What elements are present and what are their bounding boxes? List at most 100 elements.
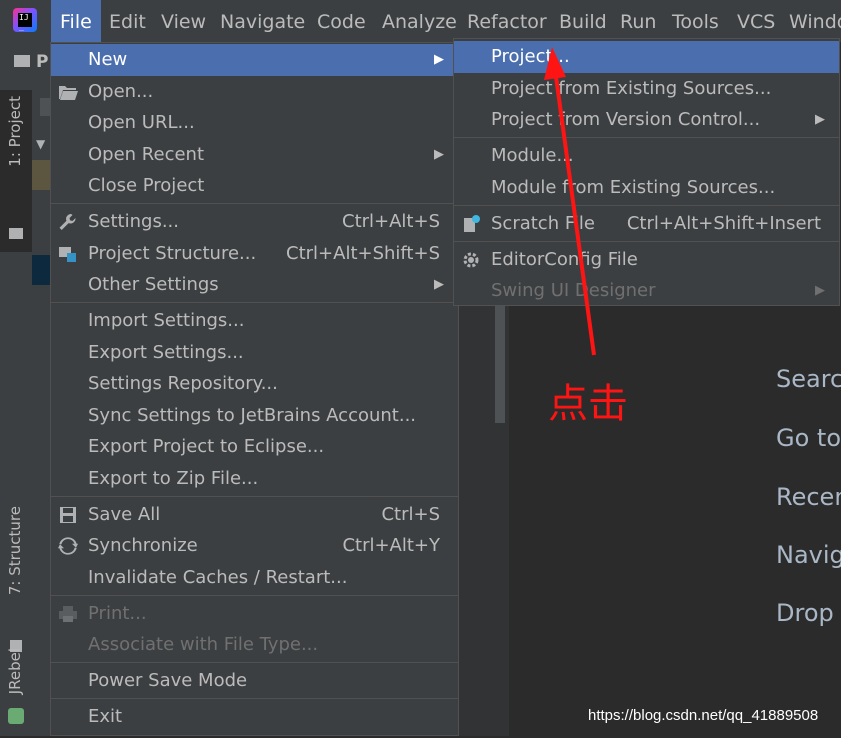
file-menu-export-settings[interactable]: Export Settings...: [51, 337, 458, 369]
new-submenu: Project... Project from Existing Sources…: [453, 38, 840, 306]
jrebel-tab-label: JRebel: [6, 648, 24, 695]
project-folder-icon: [14, 55, 30, 67]
menu-separator: [51, 496, 458, 497]
menu-vcs[interactable]: VCS: [737, 10, 775, 34]
submenu-arrow-icon: ▶: [815, 283, 825, 298]
structure-tool-tab[interactable]: 7: Structure: [0, 504, 32, 664]
file-menu-import-settings[interactable]: Import Settings...: [51, 305, 458, 337]
file-menu-exit[interactable]: Exit: [51, 701, 458, 733]
file-menu-other-settings[interactable]: Other Settings ▶: [51, 269, 458, 301]
menu-separator: [454, 137, 839, 138]
open-folder-icon: [59, 86, 78, 100]
file-menu-project-structure[interactable]: Project Structure... Ctrl+Alt+Shift+S: [51, 238, 458, 270]
file-menu-open-recent-label: Open Recent: [88, 144, 205, 165]
annotation-click-label: 点击: [548, 381, 628, 427]
menu-run[interactable]: Run: [620, 10, 656, 34]
menu-bar: IJ _ File Edit View Navigate Code Analyze…: [0, 0, 841, 42]
menu-separator: [51, 662, 458, 663]
new-menu-module-label: Module...: [491, 145, 574, 166]
file-menu-settings-repository-label: Settings Repository...: [88, 373, 278, 394]
menu-file[interactable]: File: [51, 0, 101, 42]
file-menu-save-all[interactable]: Save All Ctrl+S: [51, 499, 458, 531]
file-menu-save-all-label: Save All: [88, 504, 161, 525]
menu-edit[interactable]: Edit: [109, 10, 146, 34]
menu-view[interactable]: View: [161, 10, 206, 34]
new-menu-editorconfig-file[interactable]: EditorConfig File: [454, 244, 839, 276]
scrollbar-thumb[interactable]: [495, 305, 505, 423]
file-menu-project-structure-label: Project Structure...: [88, 243, 257, 264]
file-menu-open-recent[interactable]: Open Recent ▶: [51, 139, 458, 171]
new-menu-module[interactable]: Module...: [454, 140, 839, 172]
file-menu-associate-file-type: Associate with File Type...: [51, 629, 458, 661]
file-menu-print-label: Print...: [88, 603, 147, 624]
submenu-arrow-icon: ▶: [434, 52, 444, 67]
jrebel-tool-tab[interactable]: JRebel: [0, 648, 32, 738]
file-menu-import-settings-label: Import Settings...: [88, 310, 245, 331]
welcome-recent-files: Recen: [776, 483, 841, 511]
jrebel-icon: [8, 708, 24, 724]
menu-navigate[interactable]: Navigate: [220, 10, 305, 34]
welcome-navigation-bar: Navig: [776, 541, 841, 569]
new-menu-project[interactable]: Project...: [454, 41, 839, 73]
new-menu-module-existing-sources-label: Module from Existing Sources...: [491, 177, 776, 198]
file-menu-other-settings-label: Other Settings: [88, 274, 219, 295]
new-menu-module-existing-sources[interactable]: Module from Existing Sources...: [454, 172, 839, 204]
file-menu-export-eclipse-label: Export Project to Eclipse...: [88, 436, 325, 457]
menu-refactor[interactable]: Refactor: [467, 10, 547, 34]
file-menu-open-url[interactable]: Open URL...: [51, 107, 458, 139]
menu-separator: [454, 241, 839, 242]
file-menu-close-project[interactable]: Close Project: [51, 170, 458, 202]
file-menu-sync-settings[interactable]: Sync Settings to JetBrains Account...: [51, 400, 458, 432]
file-menu-close-project-label: Close Project: [88, 175, 205, 196]
menu-separator: [51, 595, 458, 596]
file-menu-project-structure-shortcut: Ctrl+Alt+Shift+S: [286, 243, 440, 264]
scratch-file-icon: [464, 215, 480, 232]
printer-icon: [59, 606, 77, 622]
save-icon: [60, 507, 76, 523]
watermark-url: https://blog.csdn.net/qq_41889508: [588, 707, 819, 724]
breadcrumb-fragment: P: [36, 52, 49, 72]
intellij-logo-icon[interactable]: IJ _: [13, 8, 37, 32]
file-menu-new-label: New: [88, 49, 128, 70]
tree-row-highlight: [32, 160, 52, 190]
submenu-arrow-icon: ▶: [434, 147, 444, 162]
new-menu-project-existing-sources-label: Project from Existing Sources...: [491, 78, 772, 99]
menu-separator: [51, 698, 458, 699]
left-tool-stripe: 1: Project 7: Structure JRebel: [0, 42, 32, 736]
file-menu-invalidate-caches[interactable]: Invalidate Caches / Restart...: [51, 562, 458, 594]
structure-tab-label: 7: Structure: [6, 506, 24, 596]
project-structure-icon: [59, 247, 76, 262]
menu-code[interactable]: Code: [317, 10, 366, 34]
new-menu-scratch-file-label: Scratch File: [491, 213, 595, 234]
file-menu-synchronize[interactable]: Synchronize Ctrl+Alt+Y: [51, 530, 458, 562]
new-menu-scratch-file[interactable]: Scratch File Ctrl+Alt+Shift+Insert: [454, 208, 839, 240]
menu-separator: [51, 302, 458, 303]
submenu-arrow-icon: ▶: [434, 277, 444, 292]
menu-analyze[interactable]: Analyze: [382, 10, 457, 34]
new-menu-project-existing-sources[interactable]: Project from Existing Sources...: [454, 73, 839, 105]
file-menu-export-eclipse[interactable]: Export Project to Eclipse...: [51, 431, 458, 463]
menu-separator: [51, 203, 458, 204]
welcome-drop-files: Drop: [776, 599, 834, 627]
gear-icon: [463, 252, 479, 268]
new-menu-project-vcs[interactable]: Project from Version Control... ▶: [454, 104, 839, 136]
menu-tools[interactable]: Tools: [672, 10, 719, 34]
file-menu-save-all-shortcut: Ctrl+S: [381, 504, 440, 525]
submenu-arrow-icon: ▶: [815, 112, 825, 127]
file-menu-export-settings-label: Export Settings...: [88, 342, 244, 363]
menu-window[interactable]: Windo: [789, 10, 841, 34]
project-tool-tab[interactable]: 1: Project: [0, 90, 32, 252]
new-menu-swing-ui-designer-label: Swing UI Designer: [491, 280, 656, 301]
file-menu-power-save-mode[interactable]: Power Save Mode: [51, 665, 458, 697]
tree-expand-icon[interactable]: ▼: [36, 137, 45, 151]
navigation-toolbar: P: [0, 42, 55, 80]
file-menu-settings-repository[interactable]: Settings Repository...: [51, 368, 458, 400]
file-menu-export-zip-label: Export to Zip File...: [88, 468, 259, 489]
file-menu-export-zip[interactable]: Export to Zip File...: [51, 463, 458, 495]
file-menu-sync-settings-label: Sync Settings to JetBrains Account...: [88, 405, 417, 426]
menu-build[interactable]: Build: [559, 10, 607, 34]
file-menu-open[interactable]: Open...: [51, 76, 458, 108]
file-menu-new[interactable]: New ▶: [51, 44, 458, 76]
file-menu-settings[interactable]: Settings... Ctrl+Alt+S: [51, 206, 458, 238]
file-menu-synchronize-shortcut: Ctrl+Alt+Y: [342, 535, 440, 556]
